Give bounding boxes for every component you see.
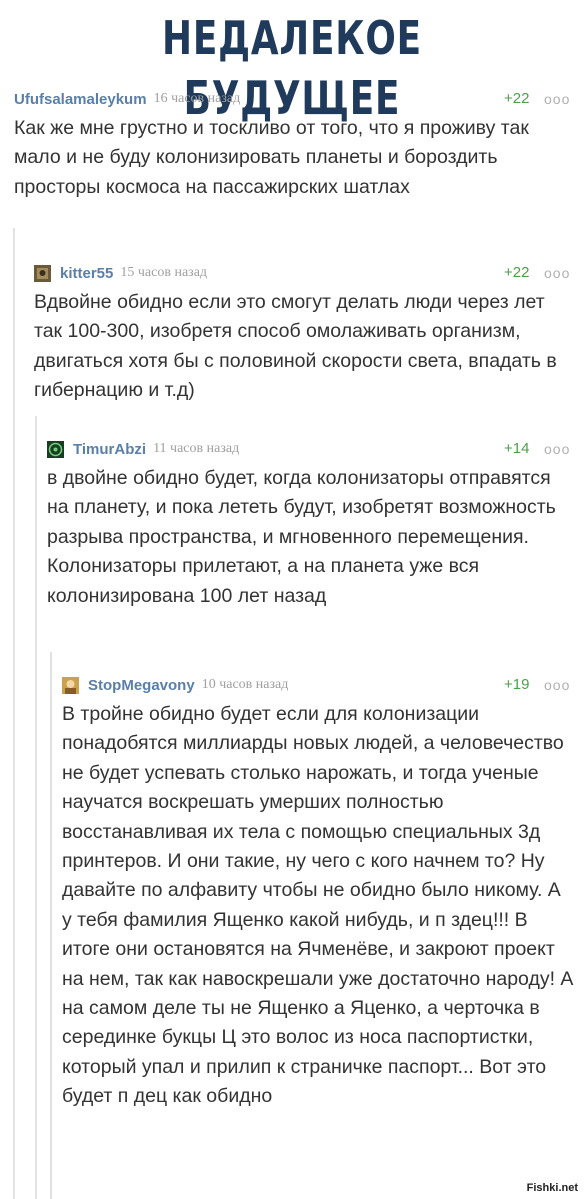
- avatar[interactable]: [62, 676, 79, 694]
- comment-time: 16 часов назад: [153, 91, 241, 106]
- thread-line: [50, 652, 52, 1199]
- comment-rating: +22: [504, 90, 530, 107]
- comment-time: 10 часов назад: [201, 677, 289, 692]
- comment-rating: +19: [504, 676, 530, 693]
- comment: kitter55 15 часов назад +22 ooo Вдвойне …: [34, 262, 574, 406]
- comment-rating: +14: [504, 440, 530, 457]
- comment-username[interactable]: Ufufsalamaleykum: [14, 91, 147, 108]
- more-options-icon[interactable]: ooo: [544, 674, 570, 696]
- avatar[interactable]: [47, 440, 64, 458]
- more-options-icon[interactable]: ooo: [544, 262, 570, 284]
- comment-text: Вдвойне обидно если это смогут делать лю…: [34, 291, 557, 402]
- comment-text: В тройне обидно будет если для колонизац…: [62, 703, 574, 1108]
- thread-line: [35, 416, 37, 1199]
- more-options-icon[interactable]: ooo: [544, 438, 570, 460]
- comment-time: 11 часов назад: [153, 441, 240, 456]
- comment-time: 15 часов назад: [120, 265, 208, 280]
- comment: StopMegavony 10 часов назад +19 ooo В тр…: [62, 674, 574, 1112]
- comment-username[interactable]: StopMegavony: [88, 677, 195, 694]
- more-options-icon[interactable]: ooo: [544, 88, 570, 110]
- comment: TimurAbzi 11 часов назад +14 ooo в двойн…: [47, 438, 574, 611]
- watermark: Fishki.net: [526, 1182, 578, 1194]
- comment-rating: +22: [504, 264, 530, 281]
- comment: Ufufsalamaleykum 16 часов назад +22 ooo …: [14, 88, 574, 202]
- comment-text: Как же мне грустно и тоскливо от того, ч…: [14, 117, 529, 198]
- avatar[interactable]: [34, 264, 51, 282]
- comment-username[interactable]: TimurAbzi: [73, 441, 146, 458]
- comment-text: в двойне обидно будет, когда колонизатор…: [47, 467, 556, 607]
- thread-line: [13, 228, 15, 1199]
- comment-username[interactable]: kitter55: [60, 265, 113, 282]
